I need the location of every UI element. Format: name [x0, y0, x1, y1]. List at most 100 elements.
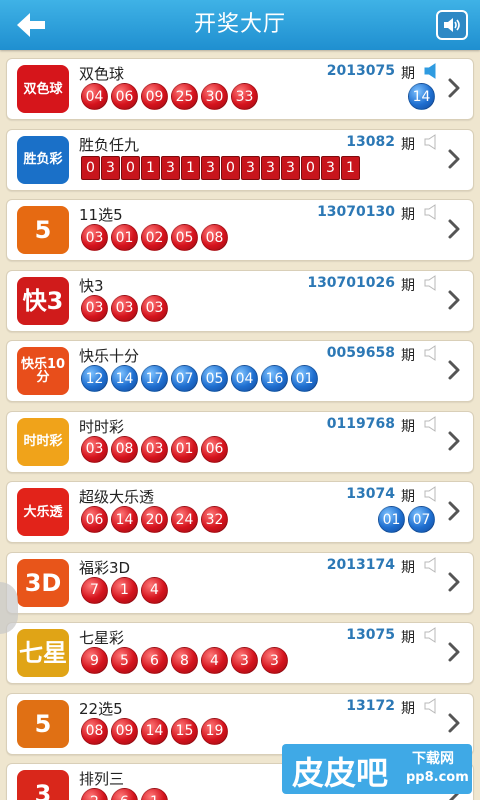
- result-balls: 04 06 09 25 30 33: [81, 83, 258, 111]
- chevron-right-icon[interactable]: [447, 500, 461, 522]
- lottery-row[interactable]: 七星 七星彩 13075 期 9 5 6 8 4 3 3: [6, 622, 474, 684]
- result-digit: 3: [241, 155, 260, 180]
- lottery-logo: 3D: [17, 558, 69, 607]
- lottery-row[interactable]: 胜负彩 胜负任九 13082 期 0 3 0 1 3 1 3 0 3 3 3 0 3 1: [6, 128, 474, 191]
- lottery-logo: 七星: [17, 629, 69, 677]
- result-balls: 12 14 17 07 05 04 16 01: [81, 365, 318, 393]
- result-digit: 0: [301, 155, 320, 180]
- red-ball: 14: [111, 506, 138, 533]
- blue-ball: 07: [408, 506, 435, 533]
- chevron-right-icon[interactable]: [447, 148, 461, 170]
- red-ball: 04: [81, 83, 108, 110]
- issue-suffix: 期: [401, 559, 415, 576]
- red-ball: 03: [141, 294, 168, 322]
- chevron-right-icon[interactable]: [447, 359, 461, 381]
- speaker-icon[interactable]: [423, 415, 439, 432]
- issue-number: 130701026: [307, 274, 395, 291]
- result-digit: 3: [281, 155, 300, 180]
- red-ball: 03: [81, 435, 108, 463]
- lottery-name: 快乐十分: [79, 347, 140, 365]
- issue-suffix: 期: [401, 66, 415, 82]
- issue-number: 13172: [346, 697, 395, 714]
- blue-ball: 12: [81, 365, 108, 392]
- speaker-icon: [444, 18, 460, 32]
- blue-ball: 04: [231, 365, 258, 392]
- lottery-logo: 双色球: [17, 65, 69, 113]
- issue-suffix: 期: [401, 489, 415, 505]
- issue-number: 13082: [346, 133, 395, 150]
- issue-suffix: 期: [401, 630, 415, 646]
- red-ball: 5: [111, 647, 138, 674]
- red-ball: 24: [171, 506, 198, 533]
- red-ball: 05: [171, 224, 198, 251]
- result-balls: 714: [81, 576, 168, 605]
- sound-toggle-button[interactable]: [436, 10, 468, 40]
- red-ball: 08: [81, 717, 108, 745]
- issue-number: 13075: [346, 627, 395, 643]
- speaker-icon[interactable]: [423, 486, 439, 502]
- result-digit: 1: [341, 155, 360, 180]
- lottery-row[interactable]: 大乐透 超级大乐透 13074 期 06 14 20 24 32 01 07: [6, 481, 474, 543]
- speaker-icon[interactable]: [423, 204, 439, 220]
- chevron-right-icon[interactable]: [447, 77, 461, 99]
- lottery-row[interactable]: 快乐10分 快乐十分 0059658 期 12 14 17 07 05 04 16 01: [6, 340, 474, 402]
- speaker-icon[interactable]: [423, 63, 439, 79]
- red-ball: 1: [141, 788, 168, 800]
- speaker-icon[interactable]: [423, 274, 439, 291]
- red-ball: 25: [171, 83, 198, 110]
- lottery-name: 快3: [79, 276, 104, 295]
- watermark-main: 皮皮吧: [292, 754, 389, 792]
- lottery-logo: 大乐透: [17, 488, 69, 536]
- lottery-name: 超级大乐透: [79, 488, 155, 506]
- lottery-name: 22选5: [79, 699, 123, 718]
- red-ball: 01: [111, 224, 138, 251]
- result-digit: 0: [121, 155, 140, 180]
- lottery-row[interactable]: 双色球 双色球 2013075 期 04 06 09 25 30 33 14: [6, 58, 474, 120]
- red-ball: 03: [141, 435, 168, 463]
- chevron-right-icon[interactable]: [447, 289, 461, 311]
- lottery-logo: 快3: [17, 276, 69, 325]
- chevron-right-icon[interactable]: [447, 641, 461, 663]
- lottery-row[interactable]: 时时彩 时时彩 0119768 期 03 08 03 01 06: [6, 410, 474, 473]
- red-ball: 06: [201, 435, 228, 463]
- chevron-right-icon[interactable]: [447, 430, 461, 452]
- watermark-sub2: pp8.com: [406, 770, 469, 785]
- issue-suffix: 期: [401, 348, 415, 364]
- result-balls: 03 03 03: [81, 294, 168, 323]
- lottery-logo: 5: [17, 699, 69, 748]
- lottery-logo: 胜负彩: [17, 135, 69, 184]
- blue-ball: 17: [141, 365, 168, 392]
- red-ball: 09: [141, 83, 168, 110]
- chevron-right-icon[interactable]: [447, 712, 461, 734]
- watermark: 皮皮吧 下载网 pp8.com: [282, 744, 472, 794]
- red-ball: 32: [201, 506, 228, 533]
- lottery-list[interactable]: 双色球 双色球 2013075 期 04 06 09 25 30 33 14 胜负彩 胜负任九 13082…: [0, 50, 480, 800]
- chevron-right-icon[interactable]: [447, 571, 461, 593]
- red-ball: 3: [231, 647, 258, 674]
- red-ball: 2: [81, 788, 108, 800]
- lottery-row[interactable]: 快3 快3 130701026 期 03 03 03: [6, 269, 474, 332]
- speaker-icon[interactable]: [423, 697, 439, 714]
- chevron-right-icon[interactable]: [447, 218, 461, 240]
- issue-number: 0059658: [326, 345, 395, 361]
- red-ball: 06: [81, 506, 108, 533]
- watermark-sub1: 下载网: [412, 751, 454, 767]
- speaker-icon[interactable]: [423, 627, 439, 643]
- speaker-icon[interactable]: [423, 133, 439, 150]
- lottery-row[interactable]: 3D 福彩3D 2013174 期 7 1 4: [6, 551, 474, 614]
- blue-ball: 05: [201, 365, 228, 392]
- red-ball: 1: [111, 576, 138, 604]
- blue-ball: 01: [291, 365, 318, 392]
- issue-suffix: 期: [401, 418, 415, 435]
- result-balls: 9568433: [81, 647, 288, 675]
- red-ball: 3: [261, 647, 288, 674]
- lottery-row[interactable]: 5 11选5 13070130 期 03 01 02 05 08: [6, 199, 474, 261]
- issue-suffix: 期: [401, 700, 415, 717]
- speaker-icon[interactable]: [423, 345, 439, 361]
- top-bar: 开奖大厅: [0, 0, 480, 50]
- speaker-icon[interactable]: [423, 556, 439, 573]
- lottery-logo: 时时彩: [17, 417, 69, 466]
- result-digit: 3: [261, 155, 280, 180]
- result-digit: 3: [201, 155, 220, 180]
- result-balls: 03 01 02 05 08: [81, 224, 228, 252]
